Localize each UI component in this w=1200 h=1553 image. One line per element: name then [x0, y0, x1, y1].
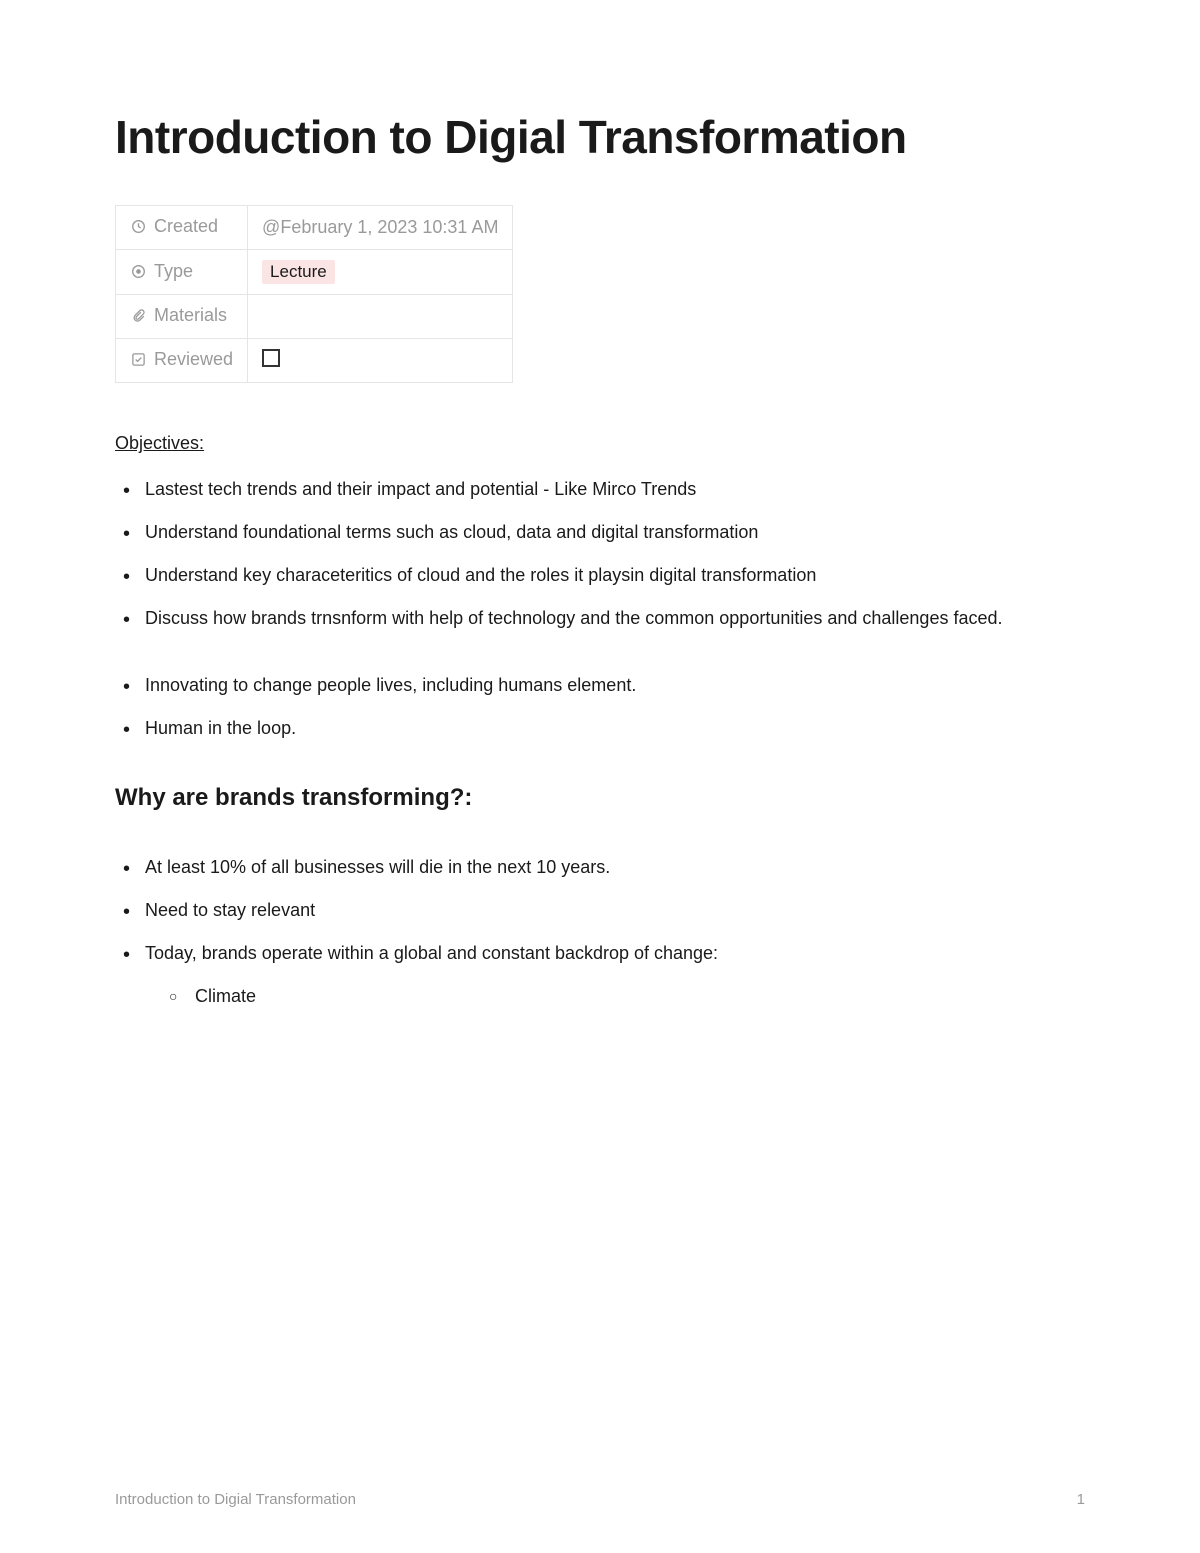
- list-item-text: Today, brands operate within a global an…: [145, 943, 718, 963]
- list-item: Today, brands operate within a global an…: [115, 940, 1085, 1010]
- type-tag: Lecture: [262, 260, 335, 284]
- list-item: Understand key characeteritics of cloud …: [115, 562, 1085, 589]
- select-icon: [130, 263, 146, 279]
- footer-title: Introduction to Digial Transformation: [115, 1491, 356, 1508]
- objectives-heading: Objectives:: [115, 433, 1085, 454]
- section-heading: Why are brands transforming?:: [115, 784, 1085, 812]
- list-item: Discuss how brands trnsnform with help o…: [115, 605, 1085, 632]
- section1-list: At least 10% of all businesses will die …: [115, 854, 1085, 1010]
- property-row-reviewed: Reviewed: [116, 339, 513, 383]
- properties-table: Created @February 1, 2023 10:31 AM Type …: [115, 205, 513, 383]
- footer-page-number: 1: [1077, 1491, 1085, 1508]
- checkbox-icon: [130, 352, 146, 368]
- reviewed-checkbox[interactable]: [262, 349, 280, 367]
- objectives-list-2: Innovating to change people lives, inclu…: [115, 672, 1085, 742]
- paperclip-icon: [130, 308, 146, 324]
- list-item: Lastest tech trends and their impact and…: [115, 476, 1085, 503]
- property-label-text: Created: [154, 216, 218, 237]
- objectives-list: Lastest tech trends and their impact and…: [115, 476, 1085, 632]
- clock-icon: [130, 219, 146, 235]
- list-item: Innovating to change people lives, inclu…: [115, 672, 1085, 699]
- property-label-created: Created: [130, 216, 218, 237]
- page-title: Introduction to Digial Transformation: [115, 110, 1085, 165]
- list-item: Need to stay relevant: [115, 897, 1085, 924]
- property-row-created: Created @February 1, 2023 10:31 AM: [116, 206, 513, 250]
- property-label-text: Reviewed: [154, 349, 233, 370]
- property-label-materials: Materials: [130, 305, 227, 326]
- property-label-text: Materials: [154, 305, 227, 326]
- property-label-type: Type: [130, 261, 193, 282]
- footer: Introduction to Digial Transformation 1: [115, 1491, 1085, 1508]
- property-row-materials: Materials: [116, 295, 513, 339]
- section1-sublist: Climate: [145, 983, 1085, 1010]
- property-label-reviewed: Reviewed: [130, 349, 233, 370]
- list-item: At least 10% of all businesses will die …: [115, 854, 1085, 881]
- property-value-created: @February 1, 2023 10:31 AM: [262, 217, 498, 237]
- list-item: Understand foundational terms such as cl…: [115, 519, 1085, 546]
- property-label-text: Type: [154, 261, 193, 282]
- list-item: Human in the loop.: [115, 715, 1085, 742]
- property-row-type: Type Lecture: [116, 250, 513, 295]
- nested-list-item: Climate: [145, 983, 1085, 1010]
